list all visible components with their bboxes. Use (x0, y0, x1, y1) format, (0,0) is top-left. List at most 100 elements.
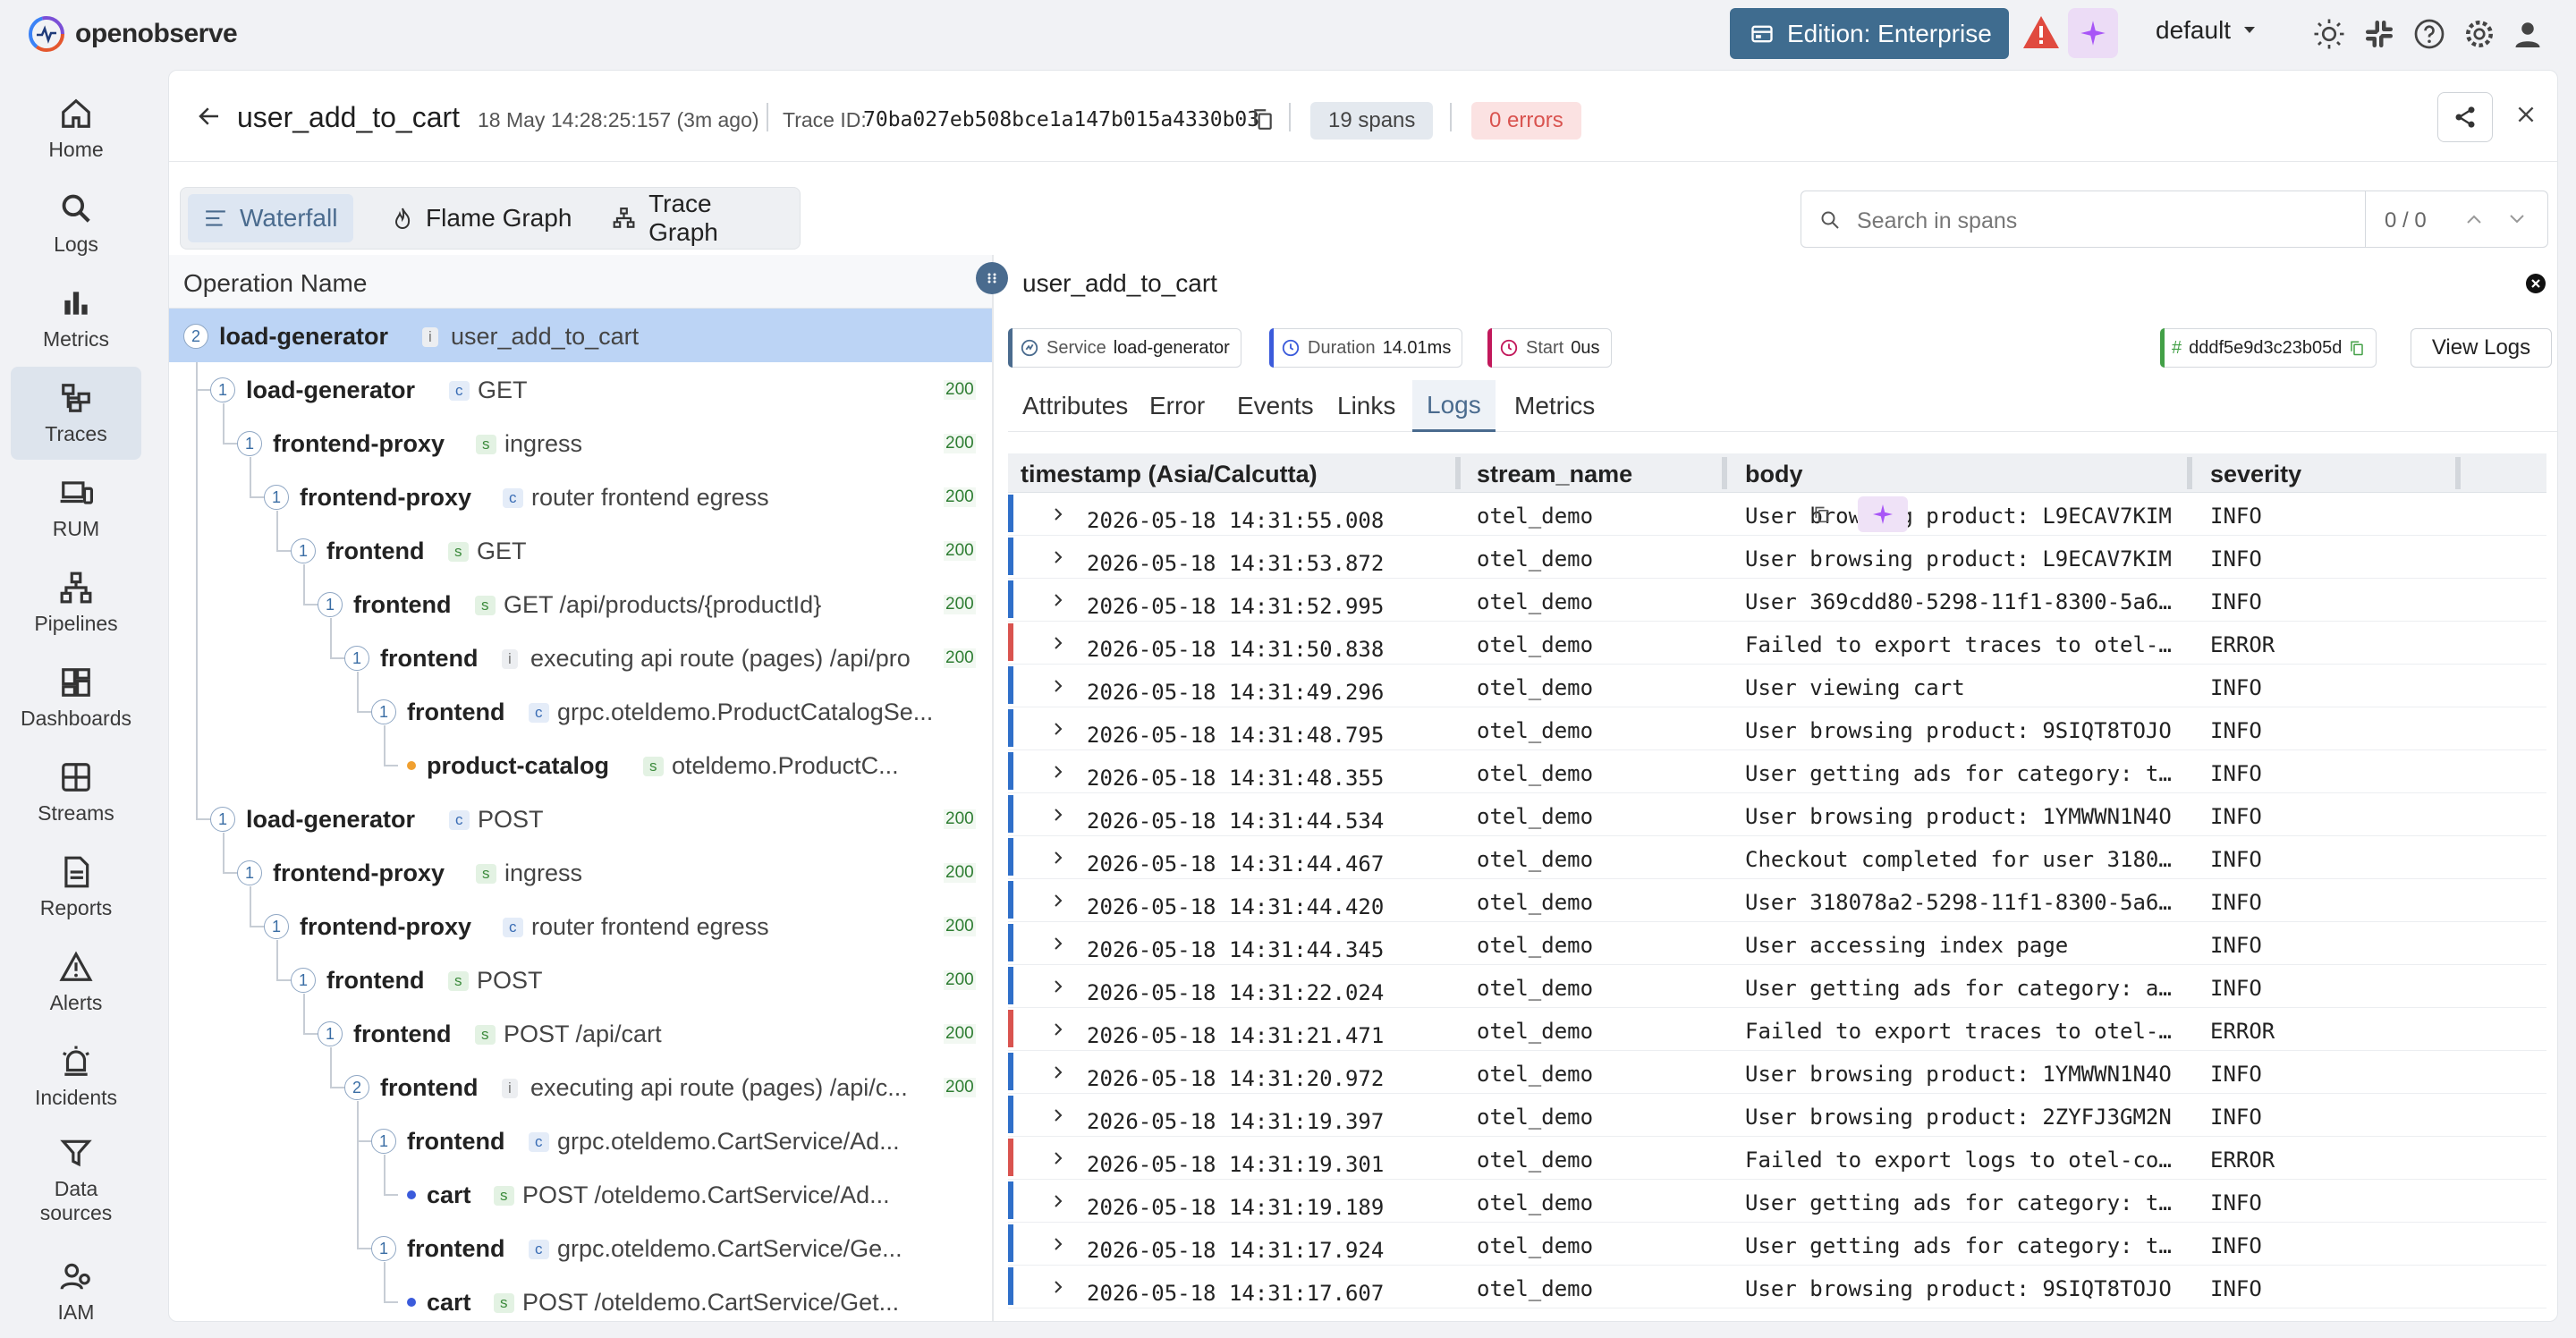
span-row[interactable]: 2 load-generator Iuser_add_to_cart (169, 309, 992, 362)
child-count-badge[interactable]: 1 (318, 592, 343, 617)
expand-chevron-icon[interactable] (1053, 893, 1063, 908)
tab-logs[interactable]: Logs (1412, 380, 1496, 432)
resize-handle[interactable] (976, 262, 1008, 294)
tab-waterfall[interactable]: Waterfall (188, 194, 354, 242)
column-resizer[interactable] (2187, 457, 2192, 489)
child-count-badge[interactable]: 1 (237, 860, 262, 885)
expand-chevron-icon[interactable] (1053, 765, 1063, 779)
view-logs-button[interactable]: View Logs (2411, 328, 2552, 368)
tab-events[interactable]: Events (1223, 380, 1328, 432)
share-button[interactable] (2437, 92, 2493, 142)
child-count-badge[interactable]: 1 (237, 431, 262, 456)
span-row[interactable]: cart S POST /oteldemo.CartService/Get... (169, 1274, 992, 1321)
span-row[interactable]: 1 frontend-proxy Crouter frontend egress 20… (169, 899, 992, 953)
expand-chevron-icon[interactable] (1053, 507, 1063, 521)
log-row[interactable]: 2026-05-18 14:31:48.795 otel_demo User bro… (1008, 707, 2546, 750)
span-row[interactable]: 1 frontend Cgrpc.oteldemo.ProductCatalogSe… (169, 684, 992, 738)
ai-assistant-button[interactable] (2068, 8, 2118, 58)
child-count-badge[interactable]: 1 (210, 377, 235, 402)
expand-chevron-icon[interactable] (1053, 808, 1063, 822)
sidebar-item-traces[interactable]: Traces (11, 367, 141, 460)
child-count-badge[interactable]: 1 (371, 1236, 396, 1261)
span-row[interactable]: 1 frontend S GET /api/products/{productId} 2… (169, 577, 992, 631)
log-row[interactable]: 2026-05-18 14:31:44.345 otel_demo User acc… (1008, 922, 2546, 965)
sidebar-item-data-sources[interactable]: Data sources (11, 1125, 141, 1236)
child-count-badge[interactable]: 2 (344, 1075, 369, 1100)
log-row[interactable]: 2026-05-18 14:31:20.972 otel_demo User bro… (1008, 1051, 2546, 1094)
log-row[interactable]: 2026-05-18 14:31:44.467 otel_demo Checkout… (1008, 836, 2546, 879)
column-resizer[interactable] (2455, 457, 2461, 489)
log-row[interactable]: 2026-05-18 14:31:44.420 otel_demo User 318… (1008, 879, 2546, 922)
expand-chevron-icon[interactable] (1053, 636, 1063, 650)
column-resizer[interactable] (1722, 457, 1727, 489)
chevron-down-icon[interactable] (2508, 213, 2526, 225)
column-header-timestamp[interactable]: timestamp (Asia/Calcutta) (1021, 461, 1318, 488)
column-header-stream[interactable]: stream_name (1477, 461, 1632, 488)
span-row[interactable]: 1 frontend S GET 200 (169, 523, 992, 577)
sidebar-item-incidents[interactable]: Incidents (11, 1030, 141, 1123)
span-row[interactable]: 1 frontend Cgrpc.oteldemo.CartService/Ge..… (169, 1221, 992, 1274)
span-row[interactable]: 1 frontend-proxy Singress 200 (169, 845, 992, 899)
expand-chevron-icon[interactable] (1053, 1065, 1063, 1080)
log-row[interactable]: 2026-05-18 14:31:52.995 otel_demo User 369… (1008, 579, 2546, 622)
log-row[interactable]: 2026-05-18 14:31:50.838 otel_demo Failed t… (1008, 622, 2546, 665)
sidebar-item-iam[interactable]: IAM (11, 1245, 141, 1338)
copy-icon[interactable] (1251, 106, 1275, 131)
expand-chevron-icon[interactable] (1053, 1151, 1063, 1165)
sidebar-item-logs[interactable]: Logs (11, 177, 141, 270)
child-count-badge[interactable]: 1 (344, 646, 369, 671)
sidebar-item-metrics[interactable]: Metrics (11, 272, 141, 365)
column-header-severity[interactable]: severity (2210, 461, 2301, 488)
child-count-badge[interactable]: 1 (318, 1021, 343, 1046)
log-row[interactable]: 2026-05-18 14:31:53.872 otel_demo User bro… (1008, 536, 2546, 579)
child-count-badge[interactable]: 1 (371, 699, 396, 724)
expand-chevron-icon[interactable] (1053, 936, 1063, 951)
span-row[interactable]: 1 frontend-proxy Singress 200 (169, 416, 992, 470)
edition-button[interactable]: Edition: Enterprise (1730, 8, 2009, 59)
sidebar-item-dashboards[interactable]: Dashboards (11, 651, 141, 744)
sidebar-item-reports[interactable]: Reports (11, 841, 141, 934)
warning-icon[interactable] (2021, 14, 2061, 50)
log-row[interactable]: 2026-05-18 14:31:21.471 otel_demo Failed t… (1008, 1008, 2546, 1051)
tab-links[interactable]: Links (1323, 380, 1410, 432)
log-row[interactable]: 2026-05-18 14:31:19.301 otel_demo Failed t… (1008, 1137, 2546, 1180)
back-arrow-icon[interactable] (196, 103, 223, 130)
chevron-up-icon[interactable] (2465, 213, 2483, 225)
expand-chevron-icon[interactable] (1053, 1237, 1063, 1251)
tab-trace-graph[interactable]: Trace Graph (596, 190, 800, 246)
copy-icon[interactable] (2349, 339, 2365, 357)
span-row[interactable]: 1 frontend S POST /api/cart 200 (169, 1006, 992, 1060)
span-row[interactable]: cart S POST /oteldemo.CartService/Ad... (169, 1167, 992, 1221)
span-row[interactable]: 1 load-generator C GET 200 (169, 362, 992, 416)
expand-chevron-icon[interactable] (1053, 851, 1063, 865)
user-avatar-icon[interactable] (2512, 18, 2544, 50)
log-row[interactable]: 2026-05-18 14:31:48.355 otel_demo User get… (1008, 750, 2546, 793)
tab-metrics[interactable]: Metrics (1500, 380, 1609, 432)
child-count-badge[interactable]: 1 (371, 1129, 396, 1154)
span-row[interactable]: 1 frontend Cgrpc.oteldemo.CartService/Ad..… (169, 1114, 992, 1167)
close-icon[interactable] (2514, 103, 2538, 126)
expand-chevron-icon[interactable] (1053, 593, 1063, 607)
settings-gear-icon[interactable] (2463, 18, 2496, 50)
span-row[interactable]: 1 load-generator C POST 200 (169, 792, 992, 845)
span-row[interactable]: 1 frontend S POST 200 (169, 953, 992, 1006)
child-count-badge[interactable]: 1 (291, 538, 316, 563)
ai-explain-button[interactable] (1858, 496, 1908, 532)
expand-chevron-icon[interactable] (1053, 679, 1063, 693)
tab-attributes[interactable]: Attributes (1008, 380, 1142, 432)
child-count-badge[interactable]: 2 (183, 324, 208, 349)
expand-chevron-icon[interactable] (1053, 979, 1063, 994)
span-row[interactable]: 1 frontend Iexecuting api route (pages) /a… (169, 631, 992, 684)
log-row[interactable]: 2026-05-18 14:31:22.024 otel_demo User get… (1008, 965, 2546, 1008)
expand-chevron-icon[interactable] (1053, 1022, 1063, 1037)
slack-icon[interactable] (2363, 18, 2395, 50)
organization-select[interactable]: default (2156, 16, 2256, 45)
close-circle-icon[interactable] (2525, 273, 2546, 294)
expand-chevron-icon[interactable] (1053, 550, 1063, 564)
span-row[interactable]: product-catalog Soteldemo.ProductC... (169, 738, 992, 792)
copy-icon[interactable] (1813, 504, 1831, 525)
app-logo[interactable]: openobserve (27, 14, 238, 54)
sidebar-item-rum[interactable]: RUM (11, 462, 141, 555)
log-row[interactable]: 2026-05-18 14:31:19.397 otel_demo User bro… (1008, 1094, 2546, 1137)
child-count-badge[interactable]: 1 (264, 914, 289, 939)
